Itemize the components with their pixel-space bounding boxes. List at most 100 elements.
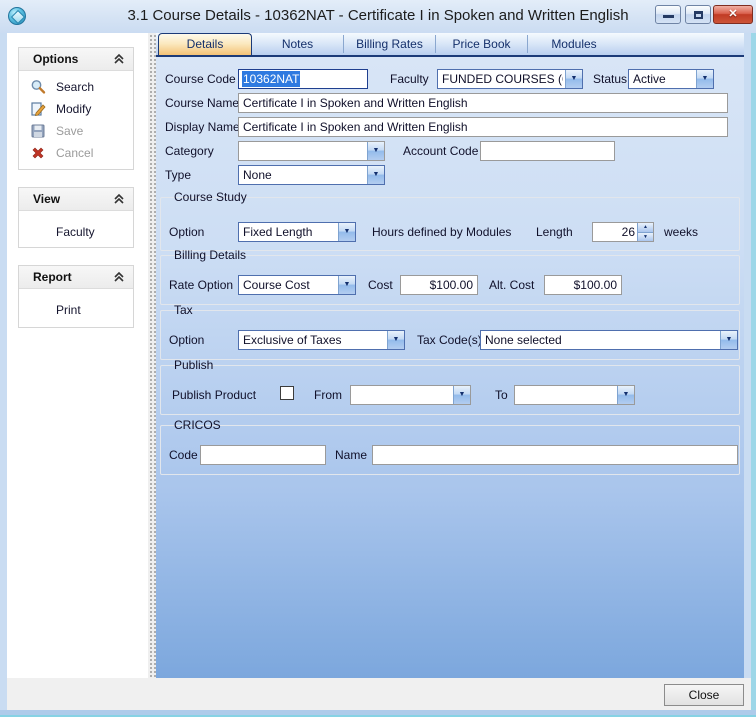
tab-notes[interactable]: Notes: [252, 35, 344, 53]
sidebar-item-modify[interactable]: Modify: [19, 98, 133, 120]
chevron-down-icon[interactable]: ▼: [367, 166, 384, 184]
category-label: Category: [165, 144, 214, 158]
status-dropdown[interactable]: Active ▼: [628, 69, 714, 89]
publish-from-label: From: [314, 388, 342, 402]
course-study-option-label: Option: [169, 225, 204, 239]
publish-to-dropdown[interactable]: ▼: [514, 385, 635, 405]
save-icon: [30, 123, 46, 139]
chevron-down-icon[interactable]: ▼: [453, 386, 470, 404]
tax-codes-dropdown[interactable]: None selected ▼: [480, 330, 738, 350]
chevron-down-icon[interactable]: ▼: [367, 142, 384, 160]
account-code-input[interactable]: [480, 141, 615, 161]
publish-to-label: To: [495, 388, 508, 402]
cost-input[interactable]: [400, 275, 478, 295]
tab-billing-rates[interactable]: Billing Rates: [344, 35, 436, 53]
cricos-code-label: Code: [169, 448, 198, 462]
report-panel-title: Report: [33, 270, 72, 284]
cricos-code-input[interactable]: [200, 445, 326, 465]
chevron-down-icon[interactable]: ▼: [696, 70, 713, 88]
course-study-option-dropdown[interactable]: Fixed Length ▼: [238, 222, 356, 242]
tab-modules[interactable]: Modules: [528, 35, 620, 53]
hours-defined-note: Hours defined by Modules: [372, 225, 511, 239]
publish-from-dropdown[interactable]: ▼: [350, 385, 471, 405]
view-items: Faculty: [19, 211, 133, 244]
length-unit-label: weeks: [664, 225, 698, 239]
chevron-down-icon[interactable]: ▼: [338, 276, 355, 294]
sidebar-item-label: Cancel: [56, 146, 93, 160]
tab-strip: Details Notes Billing Rates Price Book M…: [156, 33, 744, 57]
type-label: Type: [165, 168, 191, 182]
course-study-legend: Course Study: [170, 190, 251, 205]
length-label: Length: [536, 225, 573, 239]
close-button[interactable]: Close: [664, 684, 744, 706]
tax-option-dropdown[interactable]: Exclusive of Taxes ▼: [238, 330, 405, 350]
sidebar-item-cancel[interactable]: Cancel: [19, 142, 133, 164]
chevron-down-icon[interactable]: ▼: [387, 331, 404, 349]
sidebar-item-faculty[interactable]: Faculty: [19, 220, 133, 244]
display-name-input[interactable]: [238, 117, 728, 137]
footer-bar: Close: [7, 678, 751, 710]
tab-price-book[interactable]: Price Book: [436, 35, 528, 53]
sidebar-splitter[interactable]: [148, 33, 156, 678]
chevron-down-icon[interactable]: ▼: [617, 386, 634, 404]
options-panel: Options Search Modify: [18, 47, 134, 170]
length-value: 26: [593, 223, 635, 241]
maximize-button[interactable]: [685, 5, 711, 24]
view-panel-title: View: [33, 192, 60, 206]
type-dropdown[interactable]: None ▼: [238, 165, 385, 185]
alt-cost-input[interactable]: [544, 275, 622, 295]
publish-legend: Publish: [170, 358, 217, 373]
status-label: Status: [593, 72, 627, 86]
sidebar-item-search[interactable]: Search: [19, 76, 133, 98]
category-dropdown[interactable]: ▼: [238, 141, 385, 161]
main-panel: Details Notes Billing Rates Price Book M…: [156, 33, 744, 678]
course-code-label: Course Code: [165, 72, 236, 86]
tax-codes-label: Tax Code(s): [417, 333, 482, 347]
report-panel-header[interactable]: Report: [19, 266, 133, 289]
publish-product-checkbox[interactable]: [280, 386, 294, 400]
faculty-label: Faculty: [390, 72, 429, 86]
chevron-down-icon[interactable]: ▼: [720, 331, 737, 349]
display-name-label: Display Name: [165, 120, 240, 134]
alt-cost-label: Alt. Cost: [489, 278, 534, 292]
status-value: Active: [633, 70, 694, 88]
tax-codes-value: None selected: [485, 331, 718, 349]
minimize-button[interactable]: [655, 5, 681, 24]
options-panel-header[interactable]: Options: [19, 48, 133, 71]
length-spinner[interactable]: 26 ▲ ▼: [592, 222, 654, 242]
details-tab-content: Course Code 10362NAT Faculty FUNDED COUR…: [156, 57, 744, 678]
rate-option-value: Course Cost: [243, 276, 336, 294]
cricos-name-label: Name: [335, 448, 367, 462]
close-window-button[interactable]: ✕: [713, 5, 753, 24]
course-name-input[interactable]: [238, 93, 728, 113]
tab-details[interactable]: Details: [158, 33, 252, 55]
chevron-down-icon[interactable]: ▼: [565, 70, 582, 88]
maximize-icon: [694, 11, 703, 19]
type-value: None: [243, 166, 365, 184]
chevron-double-up-icon[interactable]: [113, 53, 125, 65]
sidebar-item-label: Search: [56, 80, 94, 94]
minimize-icon: [663, 15, 674, 18]
sidebar-item-save[interactable]: Save: [19, 120, 133, 142]
publish-product-label: Publish Product: [172, 388, 256, 402]
chevron-double-up-icon[interactable]: [113, 193, 125, 205]
rate-option-dropdown[interactable]: Course Cost ▼: [238, 275, 356, 295]
tax-option-value: Exclusive of Taxes: [243, 331, 385, 349]
sidebar-item-print[interactable]: Print: [19, 298, 133, 322]
spin-up-icon[interactable]: ▲: [638, 223, 653, 232]
chevron-double-up-icon[interactable]: [113, 271, 125, 283]
sidebar: Options Search Modify: [7, 33, 148, 678]
spin-down-icon[interactable]: ▼: [638, 232, 653, 242]
course-code-selected-text: 10362NAT: [242, 71, 300, 87]
faculty-value: FUNDED COURSES (6003): [442, 70, 563, 88]
cricos-name-input[interactable]: [372, 445, 738, 465]
faculty-dropdown[interactable]: FUNDED COURSES (6003) ▼: [437, 69, 583, 89]
window-right-border: [751, 33, 756, 717]
view-panel-header[interactable]: View: [19, 188, 133, 211]
chevron-down-icon[interactable]: ▼: [338, 223, 355, 241]
report-panel: Report Print: [18, 265, 134, 328]
rate-option-label: Rate Option: [169, 278, 233, 292]
course-code-input[interactable]: 10362NAT: [238, 69, 368, 89]
course-name-label: Course Name: [165, 96, 239, 110]
course-details-window: 3.1 Course Details - 10362NAT - Certific…: [0, 0, 756, 717]
